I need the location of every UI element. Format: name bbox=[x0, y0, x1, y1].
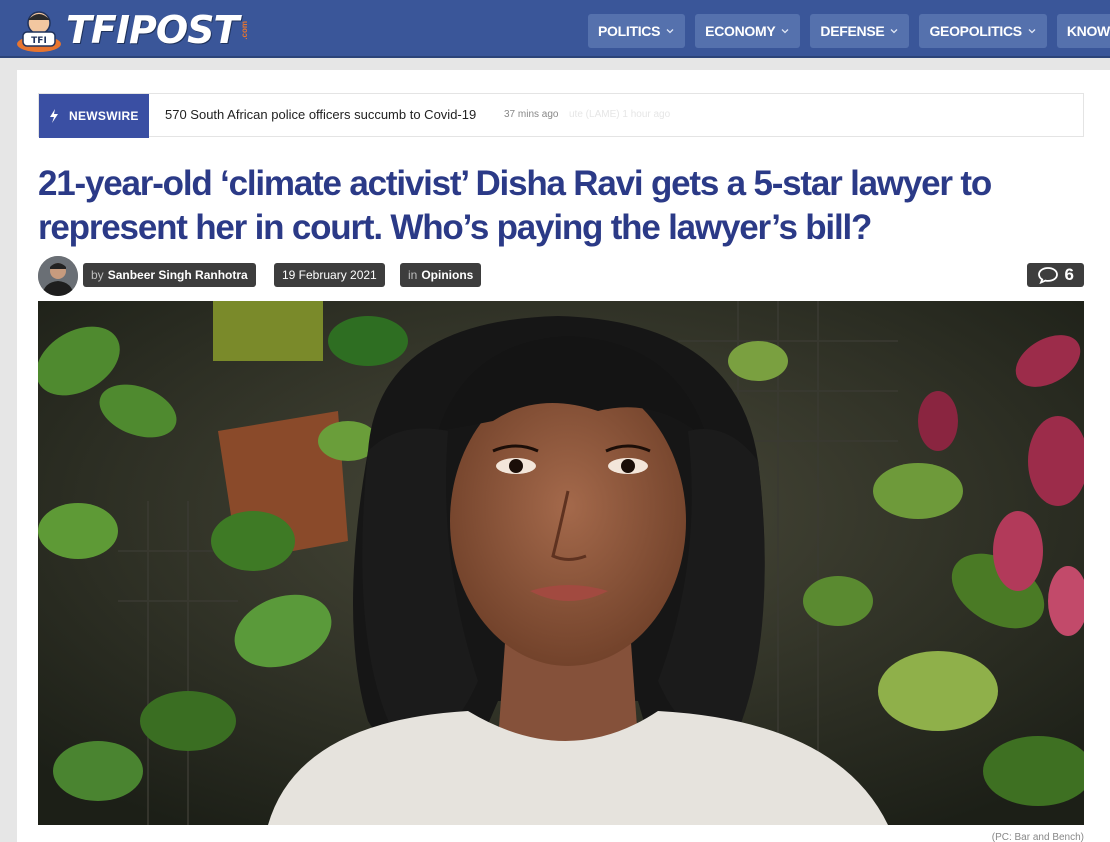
nav-item-label: KNOWLEDG bbox=[1066, 23, 1110, 39]
logo-text: TFIPOST bbox=[66, 8, 239, 52]
nav-item-label: ECONOMY bbox=[705, 23, 776, 39]
article-title: 21-year-old ‘climate activist’ Disha Rav… bbox=[38, 164, 992, 247]
category-pill[interactable]: in Opinions bbox=[400, 263, 482, 287]
category-name: Opinions bbox=[421, 268, 474, 282]
author-pill[interactable]: by Sanbeer Singh Ranhotra bbox=[83, 263, 256, 287]
newswire-ticker: NEWSWIRE 570 South African police office… bbox=[38, 93, 1084, 138]
mascot-label: TFI bbox=[31, 36, 47, 46]
author-avatar[interactable] bbox=[38, 256, 78, 296]
article-panel: NEWSWIRE 570 South African police office… bbox=[17, 70, 1110, 842]
author-prefix: by bbox=[91, 268, 104, 282]
category-prefix: in bbox=[408, 268, 418, 282]
newswire-headline-link[interactable]: 570 South African police officers succum… bbox=[165, 107, 476, 122]
nav-item-knowledge[interactable]: KNOWLEDG bbox=[1056, 14, 1110, 48]
logo-suffix: .com bbox=[240, 20, 250, 40]
nav-item-politics[interactable]: POLITICS bbox=[588, 14, 686, 48]
nav-item-defense[interactable]: DEFENSE bbox=[810, 14, 910, 48]
chevron-down-icon bbox=[781, 29, 789, 34]
comment-bubble-icon bbox=[1037, 267, 1058, 284]
site-header: TFI TFIPOST .com POLITICS ECONOMY DEFENS… bbox=[0, 0, 1110, 58]
newswire-timestamp: 37 mins ago bbox=[504, 109, 559, 120]
nav-item-label: DEFENSE bbox=[820, 23, 885, 39]
chevron-down-icon bbox=[666, 29, 674, 34]
newswire-faded-item[interactable]: ute (LAME) 1 hour ago bbox=[569, 109, 670, 120]
nav-item-label: GEOPOLITICS bbox=[929, 23, 1022, 39]
nav-item-label: POLITICS bbox=[598, 23, 661, 39]
article-hero-image bbox=[38, 301, 1084, 825]
nav-item-geopolitics[interactable]: GEOPOLITICS bbox=[919, 14, 1047, 48]
author-name: Sanbeer Singh Ranhotra bbox=[107, 268, 248, 282]
nav-item-economy[interactable]: ECONOMY bbox=[695, 14, 801, 48]
mascot-icon: TFI bbox=[14, 8, 64, 52]
comments-button[interactable]: 6 bbox=[1026, 263, 1084, 287]
site-logo[interactable]: TFI TFIPOST .com bbox=[14, 8, 249, 52]
chevron-down-icon bbox=[890, 29, 898, 34]
comment-count: 6 bbox=[1064, 265, 1074, 284]
newswire-label-text: NEWSWIRE bbox=[69, 109, 139, 123]
lightning-icon bbox=[50, 109, 58, 123]
date-pill: 19 February 2021 bbox=[274, 263, 385, 287]
image-caption: (PC: Bar and Bench) bbox=[991, 832, 1084, 842]
article-date: 19 February 2021 bbox=[282, 268, 377, 282]
main-nav: POLITICS ECONOMY DEFENSE GEOPOLITICS KNO… bbox=[588, 14, 1110, 48]
newswire-label: NEWSWIRE bbox=[39, 94, 149, 138]
article-meta: by Sanbeer Singh Ranhotra 19 February 20… bbox=[38, 256, 1084, 296]
chevron-down-icon bbox=[1028, 29, 1036, 34]
